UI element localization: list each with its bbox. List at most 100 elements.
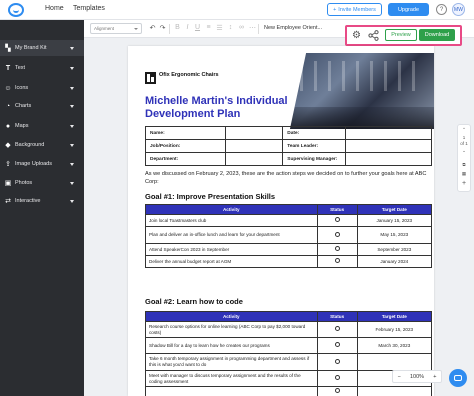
line-height-icon[interactable]: ↕ [226,24,235,31]
status-checkbox[interactable] [334,258,340,264]
font-select[interactable]: Alignment [90,23,142,34]
chevron-down-icon [70,181,74,185]
document-title-input[interactable]: New Employee Orient... [262,23,342,34]
table-cell[interactable] [345,139,432,153]
goal-1-table: Activity Status Target Date Join local T… [145,204,433,268]
activity-cell: Deliver the annual budget report at AGM [145,255,318,268]
status-checkbox[interactable] [334,231,340,237]
table-row: Research course options for online learn… [145,321,433,338]
table-cell[interactable] [225,126,284,140]
avatar[interactable]: MW [452,3,465,16]
table-cell: Team Leader: [282,139,347,153]
chevron-down-icon[interactable]: ⌄ [458,148,470,154]
table-cell[interactable] [225,139,284,153]
underline-icon[interactable]: U [193,24,202,31]
plus-icon: + [333,6,337,13]
table-row: Deliver the annual budget report at AGM … [145,255,433,268]
italic-icon[interactable]: I [183,24,192,31]
gear-icon[interactable]: ⚙ [351,30,362,41]
toolbar-divider [169,24,170,34]
chevron-up-icon[interactable]: ⌃ [458,127,470,133]
table-cell[interactable] [345,126,432,140]
status-checkbox[interactable] [334,342,340,348]
undo-icon[interactable]: ↶ [148,24,157,32]
document-page[interactable]: Ofix Ergonomic Chairs Michelle Martin's … [128,46,434,396]
status-checkbox[interactable] [334,217,340,223]
top-bar: Home Templates + Invite Members Upgrade … [0,0,474,20]
chevron-down-icon [70,162,74,166]
column-header: Activity [145,311,318,322]
goal-1-heading: Goal #1: Improve Presentation Skills [145,192,276,201]
status-checkbox[interactable] [334,246,340,252]
table-row: Plan and deliver an in-office lunch and … [145,226,433,244]
table-row: Meet with manager to discuss temporary a… [145,370,433,387]
column-header: Target Date [356,204,433,215]
maps-icon: ● [5,122,11,130]
app-logo-icon[interactable] [8,3,24,17]
bold-icon[interactable]: B [173,24,182,31]
zoom-in-button[interactable]: + [433,374,436,380]
help-icon[interactable]: ? [436,4,447,15]
align-icon[interactable]: ≡ [204,24,213,31]
sidebar-item-photos[interactable]: ▣ Photos [0,175,84,191]
more-icon[interactable]: ⋯ [248,24,257,32]
activity-cell: Attend SpeakerCon 2023 in September [145,243,318,256]
download-button[interactable]: Download [419,29,455,41]
sidebar-item-brand-kit[interactable]: ▚ My Brand Kit [0,40,84,56]
chevron-down-icon [70,86,74,90]
page-navigator: ⌃ 1 of 1 ⌄ ⧉ ▦ + [457,124,471,192]
zoom-out-button[interactable]: − [398,374,401,380]
status-checkbox[interactable] [334,358,340,364]
share-icon[interactable] [368,30,379,41]
office-photo [290,53,434,129]
intro-paragraph: As we discussed on February 2, 2023, the… [145,171,427,185]
sidebar-item-interactive[interactable]: ⇄ Interactive [0,193,84,209]
toolbar-divider [258,24,259,34]
status-checkbox[interactable] [334,388,340,394]
nav-templates[interactable]: Templates [73,5,105,12]
table-row: Take 6 month temporary assignment in pro… [145,353,433,371]
brand-logo-icon [145,72,156,84]
link-icon[interactable]: ∞ [237,24,246,31]
goal-2-table: Activity Status Target Date Research cou… [145,311,433,396]
table-header-row: Activity Status Target Date [145,311,433,322]
column-header: Target Date [356,311,433,322]
delete-page-icon[interactable]: ▦ [458,171,470,177]
page-count: of 1 [460,141,468,146]
table-cell[interactable] [345,152,432,166]
chat-button[interactable] [449,369,467,387]
sidebar-item-label: Photos [15,180,33,186]
redo-icon[interactable]: ↷ [158,24,167,32]
table-row: Join local Toastmasters club January 15,… [145,214,433,227]
list-icon[interactable]: ☰ [215,24,224,32]
sidebar-item-text[interactable]: T Text [0,60,84,76]
table-row: Attend SpeakerCon 2023 in September Sept… [145,243,433,256]
sidebar-item-icons[interactable]: ☺ Icons [0,80,84,96]
status-cell [316,255,358,268]
sidebar-item-label: Icons [15,85,29,91]
background-icon: ◆ [5,142,11,149]
sidebar-item-image-uploads[interactable]: ⇪ Image Uploads [0,156,84,172]
add-page-icon[interactable]: + [458,180,470,187]
target-date-cell: September 2023 [356,243,433,256]
duplicate-page-icon[interactable]: ⧉ [458,162,470,167]
preview-button[interactable]: Preview [385,29,417,41]
table-row [145,386,433,396]
nav-home[interactable]: Home [45,5,64,12]
zoom-level: 100% [409,373,425,380]
status-checkbox[interactable] [334,326,340,332]
chevron-down-icon [70,104,74,108]
invite-members-button[interactable]: + Invite Members [327,3,382,16]
upgrade-button[interactable]: Upgrade [388,3,429,16]
table-cell[interactable] [225,152,284,166]
sidebar-item-background[interactable]: ◆ Background [0,137,84,153]
target-date-cell: January 15, 2023 [356,214,433,227]
chevron-down-icon [70,66,74,70]
status-checkbox[interactable] [334,375,340,381]
sidebar-item-maps[interactable]: ● Maps [0,118,84,134]
table-cell: Name: [144,126,227,140]
table-header-row: Activity Status Target Date [145,204,433,215]
sidebar-item-label: Text [15,65,26,71]
activity-cell: Meet with manager to discuss temporary a… [145,370,318,387]
sidebar-item-charts[interactable]: ◔ Charts [0,98,84,114]
